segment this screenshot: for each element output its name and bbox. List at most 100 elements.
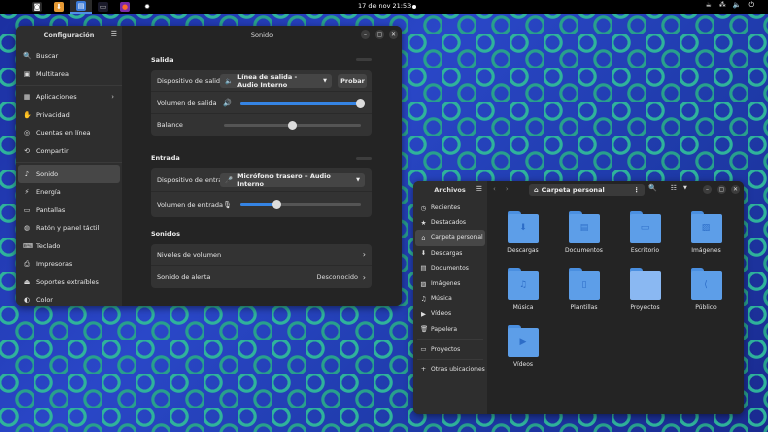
sidebar-item[interactable]: ▣ Multitarea	[16, 65, 122, 83]
files-sidebar-item[interactable]: ♫ Música	[413, 291, 487, 306]
sidebar-item-icon: ⚡	[24, 188, 30, 196]
sidebar-item-icon: ▭	[23, 206, 31, 214]
volume-icon[interactable]: 🔈	[733, 1, 742, 10]
files-sidebar-item[interactable]: 🗑 Papelera	[413, 322, 487, 337]
files-sidebar-label: Documentos	[431, 264, 469, 272]
maximize-button[interactable]: ▢	[717, 185, 726, 194]
files-sidebar-item[interactable]: ★ Destacados	[413, 215, 487, 230]
hamburger-menu-icon[interactable]: ☰	[476, 185, 482, 193]
sidebar-item[interactable]: ▭ Pantallas	[16, 201, 122, 219]
dash-app-button[interactable]: ▭	[92, 0, 114, 14]
sidebar-item[interactable]: ♪ Sonido	[18, 165, 120, 183]
network-icon[interactable]: ⁂	[719, 1, 726, 10]
volume-levels-row[interactable]: Niveles de volumen ›	[151, 244, 372, 266]
settings-header: Sonido – ▢ ✕	[122, 26, 402, 43]
output-volume-slider[interactable]	[240, 99, 365, 108]
sidebar-item-icon: ✋	[23, 111, 32, 119]
back-arrow-icon[interactable]: ‹	[493, 185, 496, 193]
coffee-icon[interactable]: ☕	[705, 1, 711, 10]
files-sidebar-label: Otras ubicaciones	[431, 365, 485, 373]
folder-emblem-icon: ▨	[701, 223, 711, 233]
files-sidebar-item[interactable]: ⬇ Descargas	[413, 246, 487, 261]
sidebar-item[interactable]: ◍ Ratón y panel táctil	[16, 219, 122, 237]
sidebar-item[interactable]: ⟲ Compartir	[16, 142, 122, 160]
sidebar-item[interactable]: ✋ Privacidad	[16, 106, 122, 124]
sidebar-item-label: Buscar	[36, 52, 59, 60]
files-sidebar-icon: +	[420, 365, 427, 374]
clock[interactable]: 17 de nov 21:53	[358, 2, 411, 10]
speaker-device-icon: 🔈	[225, 77, 234, 85]
input-volume-knob[interactable]	[271, 200, 281, 209]
close-button[interactable]: ✕	[389, 30, 398, 39]
files-sidebar-item[interactable]: ▤ Documentos	[413, 261, 487, 276]
files-sidebar-item[interactable]: ◷ Recientes	[413, 200, 487, 215]
folder-item[interactable]: ▭ Escritorio	[620, 211, 670, 254]
input-volume-slider[interactable]	[240, 200, 361, 209]
dash-app-button[interactable]: ✹	[136, 0, 158, 14]
input-device-dropdown[interactable]: 🎤 Micrófono trasero - Audio Interno ▼	[220, 172, 365, 188]
power-icon[interactable]: ⏻	[748, 1, 754, 10]
view-options-dropdown-icon[interactable]: ▼	[683, 185, 687, 191]
sidebar-item[interactable]: ▦ Aplicaciones ›	[16, 88, 122, 106]
files-sidebar-list: ◷ Recientes ★ Destacados ⌂ Carpeta personal ⬇ D…	[413, 198, 487, 377]
files-sidebar-item[interactable]: ▨ Imágenes	[413, 276, 487, 291]
kebab-menu-icon[interactable]: ⋮	[634, 186, 641, 194]
folder-item[interactable]: Proyectos	[620, 268, 670, 311]
files-sidebar-item[interactable]: ▭ Proyectos	[413, 342, 487, 357]
folder-item[interactable]: ▶ Vídeos	[498, 325, 548, 368]
sidebar-item[interactable]: ⎙ Impresoras	[16, 255, 122, 273]
files-window: Archivos ☰ ◷ Recientes ★ Destacados ⌂ Carpeta…	[413, 181, 744, 414]
sidebar-item-icon: ▣	[23, 70, 31, 78]
sidebar-item[interactable]: ⚡ Energía	[16, 183, 122, 201]
sidebar-item-label: Sonido	[36, 170, 59, 178]
sidebar-item[interactable]: 🔍 Buscar	[16, 47, 122, 65]
top-bar: ◙ ⬇ ▤ ▭ ● ✹ 17 de nov 21:53 ☕ ⁂ 🔈 ⏻	[0, 0, 768, 14]
sidebar-item-label: Compartir	[36, 147, 69, 155]
test-button[interactable]: Probar	[338, 74, 367, 88]
maximize-button[interactable]: ▢	[375, 30, 384, 39]
files-sidebar-item[interactable]: ▶ Vídeos	[413, 306, 487, 321]
folder-body: ▤	[568, 214, 600, 243]
camera-icon: ◙	[32, 2, 42, 12]
folder-item[interactable]: ♫ Música	[498, 268, 548, 311]
balance-slider[interactable]	[224, 121, 361, 130]
output-device-dropdown[interactable]: 🔈 Línea de salida - Audio Interno ▼	[220, 73, 332, 89]
dash-app-button[interactable]: ●	[114, 0, 136, 14]
balance-knob[interactable]	[288, 121, 297, 130]
minimize-button[interactable]: –	[703, 185, 712, 194]
files-sidebar-icon: ▶	[421, 309, 426, 318]
alert-sound-row[interactable]: Sonido de alerta Desconocido ›	[151, 266, 372, 288]
sidebar-item-icon: ◐	[23, 296, 31, 304]
forward-arrow-icon[interactable]: ›	[506, 185, 509, 193]
sidebar-item-label: Privacidad	[36, 111, 70, 119]
sidebar-item-label: Multitarea	[36, 70, 69, 78]
folder-item[interactable]: ▨ Imágenes	[681, 211, 731, 254]
minimize-button[interactable]: –	[361, 30, 370, 39]
sidebar-item[interactable]: ⏏ Soportes extraíbles	[16, 273, 122, 291]
location-bar[interactable]: ⌂ Carpeta personal ⋮	[529, 184, 645, 196]
files-sidebar-item[interactable]: ⌂ Carpeta personal	[415, 230, 485, 246]
files-sidebar-item[interactable]: + Otras ubicaciones	[413, 362, 487, 377]
output-volume-knob[interactable]	[355, 99, 365, 108]
home-icon: ⌂	[534, 186, 539, 194]
dash-app-button[interactable]: ▤	[70, 0, 92, 14]
list-view-icon[interactable]: ☷	[671, 184, 677, 192]
folder-item[interactable]: ▯ Plantillas	[559, 268, 609, 311]
folder-item[interactable]: ⟨ Público	[681, 268, 731, 311]
output-volume-fill	[240, 102, 360, 105]
search-icon[interactable]: 🔍	[648, 184, 657, 192]
microphone-volume-icon[interactable]: 🎙	[223, 201, 232, 209]
sidebar-item-icon: ⏏	[23, 278, 31, 286]
dash-app-button[interactable]: ◙	[26, 0, 48, 14]
speaker-volume-icon[interactable]: 🔊	[223, 99, 232, 107]
section-title-output: Salida	[151, 56, 174, 64]
folder-item[interactable]: ▤ Documentos	[559, 211, 609, 254]
close-button[interactable]: ✕	[731, 185, 740, 194]
system-tray[interactable]: ☕ ⁂ 🔈 ⏻	[705, 1, 754, 10]
dash-app-button[interactable]: ⬇	[48, 0, 70, 14]
sidebar-item[interactable]: ⌨ Teclado	[16, 237, 122, 255]
sidebar-item[interactable]: ◎ Cuentas en línea	[16, 124, 122, 142]
hamburger-menu-icon[interactable]: ☰	[111, 30, 117, 38]
sidebar-item[interactable]: ◐ Color	[16, 291, 122, 306]
folder-item[interactable]: ⬇ Descargas	[498, 211, 548, 254]
